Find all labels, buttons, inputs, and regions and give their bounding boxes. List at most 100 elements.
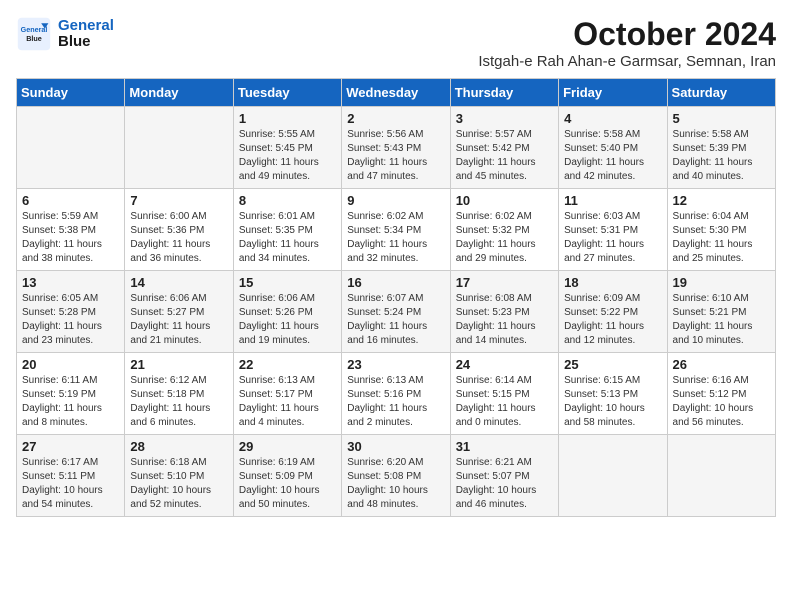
day-daylight: Daylight: 11 hours and 45 minutes. <box>456 157 536 182</box>
day-sunrise: Sunrise: 6:08 AM <box>456 293 532 304</box>
weekday-header: Friday <box>559 79 667 107</box>
day-daylight: Daylight: 11 hours and 38 minutes. <box>22 239 102 264</box>
day-sunrise: Sunrise: 6:02 AM <box>347 211 423 222</box>
calendar-day-cell: 3 Sunrise: 5:57 AM Sunset: 5:42 PM Dayli… <box>450 107 558 189</box>
calendar-day-cell: 18 Sunrise: 6:09 AM Sunset: 5:22 PM Dayl… <box>559 271 667 353</box>
day-daylight: Daylight: 10 hours and 58 minutes. <box>564 403 645 428</box>
day-daylight: Daylight: 11 hours and 36 minutes. <box>130 239 210 264</box>
day-sunrise: Sunrise: 6:16 AM <box>673 375 749 386</box>
day-number: 6 <box>22 193 119 208</box>
day-sunset: Sunset: 5:19 PM <box>22 389 96 400</box>
calendar-table: SundayMondayTuesdayWednesdayThursdayFrid… <box>16 78 776 517</box>
day-number: 30 <box>347 439 444 454</box>
day-number: 8 <box>239 193 336 208</box>
calendar-week-row: 20 Sunrise: 6:11 AM Sunset: 5:19 PM Dayl… <box>17 353 776 435</box>
day-sunset: Sunset: 5:11 PM <box>22 471 95 482</box>
day-sunset: Sunset: 5:45 PM <box>239 143 313 154</box>
day-daylight: Daylight: 11 hours and 47 minutes. <box>347 157 427 182</box>
day-number: 27 <box>22 439 119 454</box>
day-sunset: Sunset: 5:13 PM <box>564 389 638 400</box>
day-number: 24 <box>456 357 553 372</box>
day-daylight: Daylight: 11 hours and 10 minutes. <box>673 321 753 346</box>
calendar-day-cell <box>17 107 125 189</box>
day-daylight: Daylight: 10 hours and 54 minutes. <box>22 485 103 510</box>
calendar-day-cell <box>559 435 667 517</box>
day-sunrise: Sunrise: 6:15 AM <box>564 375 640 386</box>
day-sunset: Sunset: 5:40 PM <box>564 143 638 154</box>
calendar-day-cell: 12 Sunrise: 6:04 AM Sunset: 5:30 PM Dayl… <box>667 189 775 271</box>
day-sunrise: Sunrise: 6:00 AM <box>130 211 206 222</box>
day-sunset: Sunset: 5:31 PM <box>564 225 638 236</box>
day-sunrise: Sunrise: 6:13 AM <box>347 375 423 386</box>
day-sunset: Sunset: 5:42 PM <box>456 143 530 154</box>
day-daylight: Daylight: 11 hours and 0 minutes. <box>456 403 536 428</box>
day-sunrise: Sunrise: 6:18 AM <box>130 457 206 468</box>
day-daylight: Daylight: 11 hours and 12 minutes. <box>564 321 644 346</box>
calendar-day-cell: 28 Sunrise: 6:18 AM Sunset: 5:10 PM Dayl… <box>125 435 233 517</box>
calendar-day-cell: 29 Sunrise: 6:19 AM Sunset: 5:09 PM Dayl… <box>233 435 341 517</box>
day-sunset: Sunset: 5:26 PM <box>239 307 313 318</box>
day-number: 14 <box>130 275 227 290</box>
day-sunrise: Sunrise: 5:56 AM <box>347 129 423 140</box>
day-sunset: Sunset: 5:15 PM <box>456 389 530 400</box>
day-sunset: Sunset: 5:23 PM <box>456 307 530 318</box>
calendar-week-row: 1 Sunrise: 5:55 AM Sunset: 5:45 PM Dayli… <box>17 107 776 189</box>
day-sunrise: Sunrise: 5:58 AM <box>564 129 640 140</box>
calendar-day-cell: 13 Sunrise: 6:05 AM Sunset: 5:28 PM Dayl… <box>17 271 125 353</box>
day-sunset: Sunset: 5:43 PM <box>347 143 421 154</box>
day-daylight: Daylight: 11 hours and 2 minutes. <box>347 403 427 428</box>
day-daylight: Daylight: 11 hours and 21 minutes. <box>130 321 210 346</box>
day-daylight: Daylight: 11 hours and 14 minutes. <box>456 321 536 346</box>
day-sunset: Sunset: 5:17 PM <box>239 389 313 400</box>
calendar-week-row: 6 Sunrise: 5:59 AM Sunset: 5:38 PM Dayli… <box>17 189 776 271</box>
main-title: October 2024 <box>478 16 776 53</box>
day-sunrise: Sunrise: 6:09 AM <box>564 293 640 304</box>
day-sunrise: Sunrise: 6:19 AM <box>239 457 315 468</box>
day-sunrise: Sunrise: 6:20 AM <box>347 457 423 468</box>
day-number: 12 <box>673 193 770 208</box>
day-number: 1 <box>239 111 336 126</box>
day-daylight: Daylight: 11 hours and 25 minutes. <box>673 239 753 264</box>
day-number: 2 <box>347 111 444 126</box>
day-number: 25 <box>564 357 661 372</box>
day-daylight: Daylight: 10 hours and 46 minutes. <box>456 485 537 510</box>
weekday-header: Tuesday <box>233 79 341 107</box>
day-number: 17 <box>456 275 553 290</box>
day-daylight: Daylight: 11 hours and 34 minutes. <box>239 239 319 264</box>
weekday-header: Thursday <box>450 79 558 107</box>
day-sunset: Sunset: 5:27 PM <box>130 307 204 318</box>
day-sunset: Sunset: 5:09 PM <box>239 471 313 482</box>
day-sunset: Sunset: 5:32 PM <box>456 225 530 236</box>
subtitle: Istgah-e Rah Ahan-e Garmsar, Semnan, Ira… <box>478 53 776 70</box>
day-sunrise: Sunrise: 6:14 AM <box>456 375 532 386</box>
day-daylight: Daylight: 11 hours and 42 minutes. <box>564 157 644 182</box>
day-number: 29 <box>239 439 336 454</box>
day-sunrise: Sunrise: 6:13 AM <box>239 375 315 386</box>
day-sunrise: Sunrise: 6:03 AM <box>564 211 640 222</box>
day-daylight: Daylight: 11 hours and 27 minutes. <box>564 239 644 264</box>
day-sunrise: Sunrise: 6:10 AM <box>673 293 749 304</box>
day-sunset: Sunset: 5:24 PM <box>347 307 421 318</box>
day-sunrise: Sunrise: 6:11 AM <box>22 375 97 386</box>
logo-text-blue: Blue <box>58 34 114 51</box>
calendar-day-cell: 24 Sunrise: 6:14 AM Sunset: 5:15 PM Dayl… <box>450 353 558 435</box>
day-sunrise: Sunrise: 6:07 AM <box>347 293 423 304</box>
calendar-day-cell <box>125 107 233 189</box>
calendar-day-cell: 8 Sunrise: 6:01 AM Sunset: 5:35 PM Dayli… <box>233 189 341 271</box>
day-number: 7 <box>130 193 227 208</box>
day-sunset: Sunset: 5:21 PM <box>673 307 747 318</box>
calendar-day-cell: 16 Sunrise: 6:07 AM Sunset: 5:24 PM Dayl… <box>342 271 450 353</box>
day-sunrise: Sunrise: 6:04 AM <box>673 211 749 222</box>
calendar-day-cell: 10 Sunrise: 6:02 AM Sunset: 5:32 PM Dayl… <box>450 189 558 271</box>
calendar-day-cell: 6 Sunrise: 5:59 AM Sunset: 5:38 PM Dayli… <box>17 189 125 271</box>
day-sunrise: Sunrise: 5:58 AM <box>673 129 749 140</box>
day-daylight: Daylight: 10 hours and 52 minutes. <box>130 485 211 510</box>
day-sunset: Sunset: 5:36 PM <box>130 225 204 236</box>
calendar-day-cell: 27 Sunrise: 6:17 AM Sunset: 5:11 PM Dayl… <box>17 435 125 517</box>
day-sunrise: Sunrise: 6:12 AM <box>130 375 206 386</box>
svg-text:Blue: Blue <box>26 34 42 43</box>
weekday-header: Saturday <box>667 79 775 107</box>
day-sunrise: Sunrise: 6:06 AM <box>239 293 315 304</box>
calendar-day-cell: 22 Sunrise: 6:13 AM Sunset: 5:17 PM Dayl… <box>233 353 341 435</box>
day-number: 4 <box>564 111 661 126</box>
